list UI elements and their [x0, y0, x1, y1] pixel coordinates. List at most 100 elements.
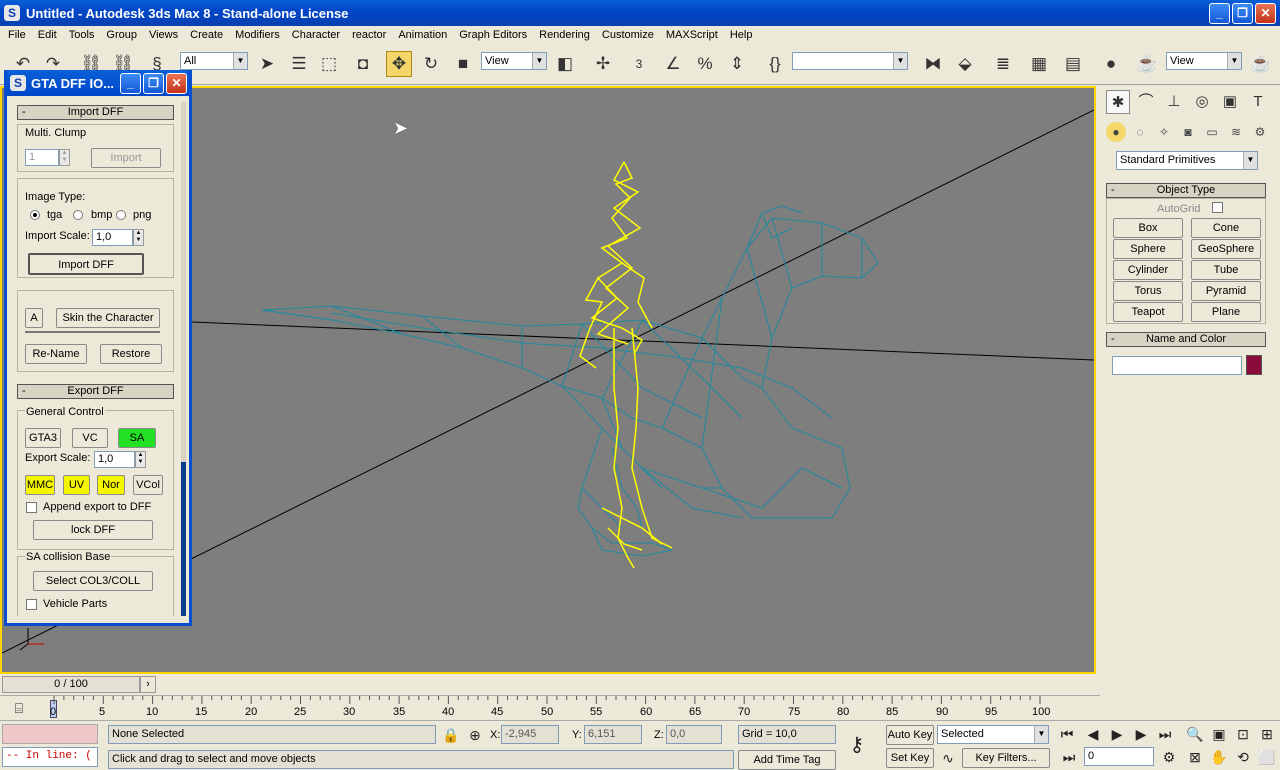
menu-rendering[interactable]: Rendering: [533, 29, 596, 41]
time-slider[interactable]: 0 / 100: [2, 676, 140, 693]
mini-curve-editor-icon[interactable]: ⌸: [8, 698, 30, 718]
auto-key-button[interactable]: Auto Key: [886, 725, 934, 745]
plane-button[interactable]: Plane: [1191, 302, 1261, 322]
align-icon[interactable]: ⬙: [952, 51, 978, 77]
shapes-icon[interactable]: ◌: [1130, 122, 1150, 142]
schematic-view-icon[interactable]: ▤: [1060, 51, 1086, 77]
pivot-center-icon[interactable]: ◧: [552, 51, 578, 77]
category-dropdown[interactable]: Standard Primitives ▼: [1116, 151, 1258, 170]
go-to-start-icon[interactable]: ⏮: [1056, 724, 1078, 744]
teapot-button[interactable]: Teapot: [1113, 302, 1183, 322]
menu-help[interactable]: Help: [724, 29, 759, 41]
go-to-end-icon[interactable]: ⏭: [1154, 724, 1176, 744]
maximize-button[interactable]: ❐: [1232, 3, 1253, 24]
object-type-rollout-header[interactable]: - Object Type: [1106, 183, 1266, 198]
hierarchy-tab-icon[interactable]: ⊥: [1162, 90, 1186, 114]
gta3-button[interactable]: GTA3: [25, 428, 61, 448]
add-time-tag-button[interactable]: Add Time Tag: [738, 750, 836, 770]
systems-icon[interactable]: ⚙: [1250, 122, 1270, 142]
app-icon[interactable]: S: [4, 5, 20, 21]
maximize-viewport-icon[interactable]: ⬜: [1256, 747, 1278, 767]
percent-snap-icon[interactable]: %: [692, 51, 718, 77]
snap-toggle-icon[interactable]: 3: [626, 51, 652, 77]
import-scale-spinner[interactable]: 1,0 ▲ ▼: [92, 229, 144, 246]
geometry-icon[interactable]: ●: [1106, 122, 1126, 142]
pyramid-button[interactable]: Pyramid: [1191, 281, 1261, 301]
space-warps-icon[interactable]: ≋: [1226, 122, 1246, 142]
zoom-extents-all-icon[interactable]: ⊞: [1256, 724, 1278, 744]
geosphere-button[interactable]: GeoSphere: [1191, 239, 1261, 259]
select-and-move-icon[interactable]: ✥: [386, 51, 412, 77]
arc-rotate-icon[interactable]: ⟲: [1232, 747, 1254, 767]
manipulate-icon[interactable]: ✢: [590, 51, 616, 77]
display-tab-icon[interactable]: ▣: [1218, 90, 1242, 114]
menu-character[interactable]: Character: [286, 29, 346, 41]
autogrid-checkbox[interactable]: [1212, 202, 1223, 213]
previous-frame-icon[interactable]: ◀: [1082, 724, 1104, 744]
named-selection-dropdown[interactable]: ▼: [792, 52, 908, 70]
menu-reactor[interactable]: reactor: [346, 29, 392, 41]
dff-scrollbar[interactable]: [181, 102, 186, 616]
curve-editor-icon[interactable]: ▦: [1026, 51, 1052, 77]
menu-group[interactable]: Group: [100, 29, 143, 41]
play-icon[interactable]: ▶: [1106, 724, 1128, 744]
modify-tab-icon[interactable]: ⌒: [1134, 90, 1158, 114]
absolute-mode-icon[interactable]: ⊕: [464, 725, 486, 745]
menu-create[interactable]: Create: [184, 29, 229, 41]
menu-maxscript[interactable]: MAXScript: [660, 29, 724, 41]
menu-file[interactable]: File: [2, 29, 32, 41]
render-type-dropdown[interactable]: View ▼: [1166, 52, 1242, 70]
render-scene-icon[interactable]: ☕: [1134, 51, 1160, 77]
zoom-extents-icon[interactable]: ⊡: [1232, 724, 1254, 744]
object-color-swatch[interactable]: [1246, 355, 1262, 375]
window-crossing-icon[interactable]: ◘: [350, 51, 376, 77]
bmp-radio[interactable]: [73, 210, 83, 220]
set-key-button[interactable]: Set Key: [886, 748, 934, 768]
pan-view-icon[interactable]: ✋: [1208, 747, 1230, 767]
key-filters-button[interactable]: Key Filters...: [962, 748, 1050, 768]
import-dff-rollout-header[interactable]: - Import DFF: [17, 105, 174, 120]
mirror-icon[interactable]: ⧓: [920, 51, 946, 77]
select-and-scale-icon[interactable]: ■: [450, 51, 476, 77]
key-mode-dropdown[interactable]: Selected ▼: [937, 725, 1049, 744]
import-button[interactable]: Import: [91, 148, 161, 168]
close-button[interactable]: ✕: [1255, 3, 1276, 24]
vehicle-parts-checkbox[interactable]: [26, 599, 37, 610]
rect-selection-icon[interactable]: ⬚: [316, 51, 342, 77]
uv-button[interactable]: UV: [63, 475, 90, 495]
material-editor-icon[interactable]: ●: [1098, 51, 1124, 77]
selection-filter-dropdown[interactable]: All ▼: [180, 52, 248, 70]
dff-window-titlebar[interactable]: S GTA DFF IO... _ ❐ ✕: [7, 70, 189, 96]
maxscript-listener-mini[interactable]: [2, 724, 98, 744]
vc-button[interactable]: VC: [72, 428, 108, 448]
multi-clump-spinner[interactable]: 1 ▲ ▼: [25, 149, 70, 166]
quick-render-icon[interactable]: ☕: [1248, 51, 1274, 77]
select-by-name-icon[interactable]: ☰: [286, 51, 312, 77]
dff-close-button[interactable]: ✕: [166, 73, 187, 94]
lock-dff-button[interactable]: lock DFF: [33, 520, 153, 540]
select-object-icon[interactable]: ➤: [254, 51, 280, 77]
time-configuration-icon[interactable]: ⚙: [1158, 747, 1180, 767]
minimize-button[interactable]: _: [1209, 3, 1230, 24]
export-dff-rollout-header[interactable]: - Export DFF: [17, 384, 174, 399]
menu-animation[interactable]: Animation: [392, 29, 453, 41]
restore-button[interactable]: Restore: [100, 344, 162, 364]
menu-edit[interactable]: Edit: [32, 29, 63, 41]
box-button[interactable]: Box: [1113, 218, 1183, 238]
dff-minimize-button[interactable]: _: [120, 73, 141, 94]
mmc-button[interactable]: MMC: [25, 475, 55, 495]
current-frame-field[interactable]: 0: [1084, 747, 1154, 766]
sa-button[interactable]: SA: [118, 428, 156, 448]
create-tab-icon[interactable]: ✱: [1106, 90, 1130, 114]
tga-radio[interactable]: [30, 210, 40, 220]
cameras-icon[interactable]: ◙: [1178, 122, 1198, 142]
name-and-color-rollout-header[interactable]: - Name and Color: [1106, 332, 1266, 347]
helpers-icon[interactable]: ▭: [1202, 122, 1222, 142]
tube-button[interactable]: Tube: [1191, 260, 1261, 280]
dff-maximize-button[interactable]: ❐: [143, 73, 164, 94]
menu-modifiers[interactable]: Modifiers: [229, 29, 286, 41]
png-radio[interactable]: [116, 210, 126, 220]
torus-button[interactable]: Torus: [1113, 281, 1183, 301]
zoom-icon[interactable]: 🔍: [1184, 724, 1206, 744]
field-of-view-icon[interactable]: ⊠: [1184, 747, 1206, 767]
